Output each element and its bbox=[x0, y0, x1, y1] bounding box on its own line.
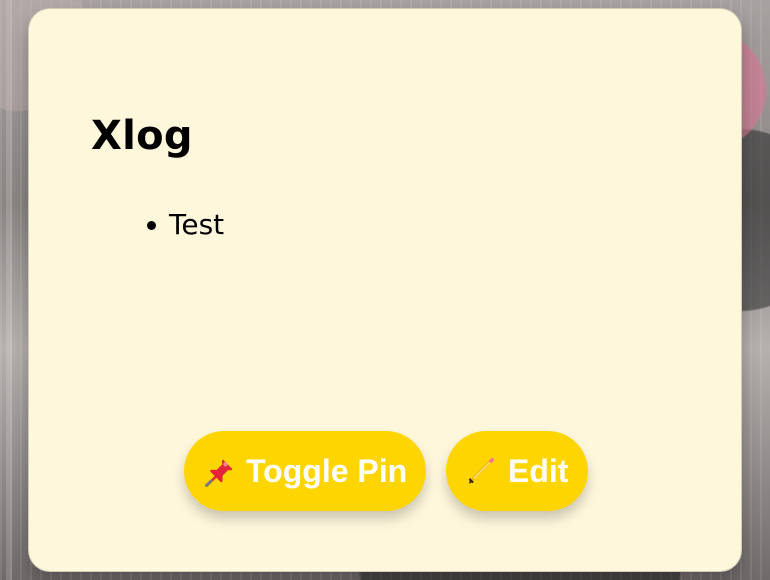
list-item: Test bbox=[147, 205, 224, 245]
edit-button[interactable]: Edit bbox=[446, 431, 588, 511]
pushpin-icon bbox=[202, 454, 236, 488]
note-actions: Toggle Pin Edit bbox=[184, 431, 588, 511]
toggle-pin-label: Toggle Pin bbox=[246, 452, 408, 489]
pencil-icon bbox=[464, 454, 498, 488]
edit-label: Edit bbox=[508, 452, 569, 489]
list-item-text: Test bbox=[169, 208, 225, 241]
note-bullet-list: Test bbox=[147, 205, 224, 245]
note-title: Xlog bbox=[91, 113, 193, 159]
note-card: Xlog Test Toggle Pin Edit bbox=[28, 8, 742, 572]
bullet-dot bbox=[147, 221, 156, 230]
toggle-pin-button[interactable]: Toggle Pin bbox=[184, 431, 426, 511]
